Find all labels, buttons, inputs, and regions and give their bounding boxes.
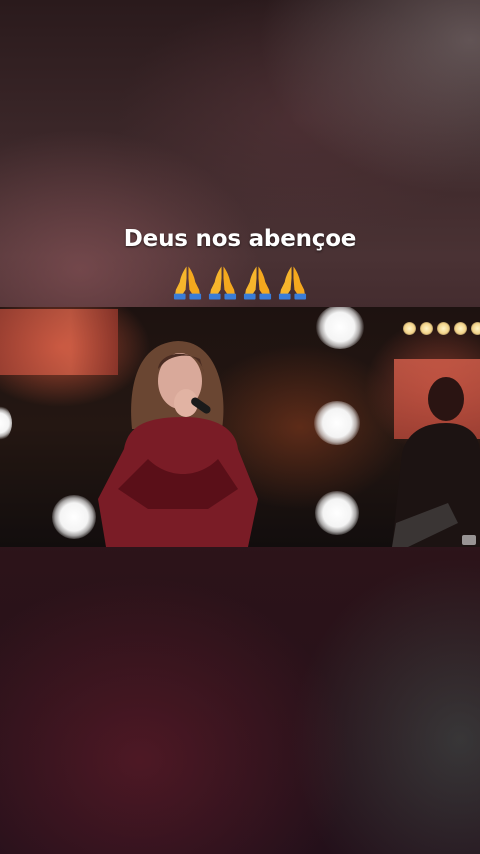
post-caption: Deus nos abençoe bbox=[123, 226, 357, 252]
stage-bulb bbox=[437, 322, 450, 335]
folded-hands-icon bbox=[173, 266, 202, 300]
stage-bulb bbox=[471, 322, 480, 335]
stage-bulb bbox=[403, 322, 416, 335]
folded-hands-icon bbox=[208, 266, 237, 300]
folded-hands-icon bbox=[278, 266, 307, 300]
stage-bulb bbox=[420, 322, 433, 335]
singer-figure bbox=[98, 341, 258, 547]
stage-light bbox=[315, 491, 359, 535]
stage-light bbox=[316, 307, 364, 349]
emoji-row bbox=[0, 264, 480, 300]
musician-silhouette bbox=[392, 377, 480, 547]
story-screen: Deus nos abençoe bbox=[0, 0, 480, 854]
stage-light bbox=[0, 405, 12, 441]
stage-light bbox=[314, 401, 360, 445]
watermark-logo bbox=[462, 535, 476, 545]
stage-bulb bbox=[454, 322, 467, 335]
folded-hands-icon bbox=[243, 266, 272, 300]
video-frame[interactable] bbox=[0, 307, 480, 547]
